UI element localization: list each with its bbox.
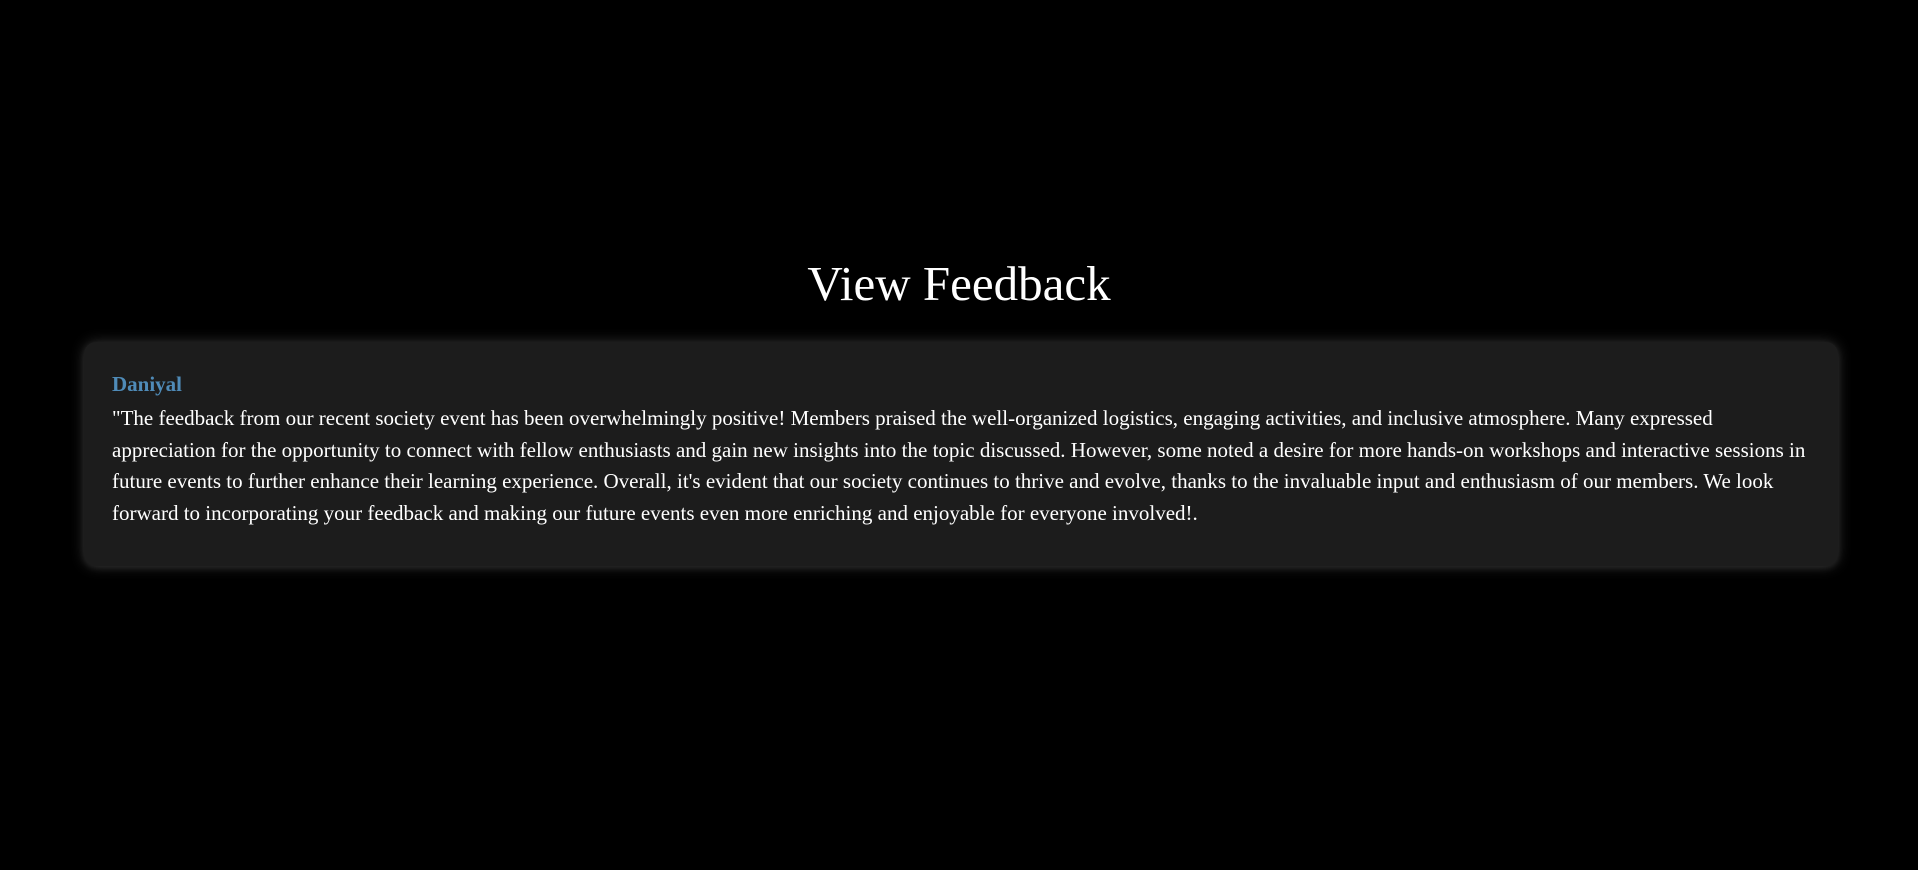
feedback-list: Daniyal "The feedback from our recent so… [84, 342, 1838, 566]
page-title: View Feedback [807, 256, 1111, 311]
feedback-text: "The feedback from our recent society ev… [112, 406, 1806, 525]
feedback-page: View Feedback Daniyal "The feedback from… [0, 0, 1918, 870]
feedback-author: Daniyal [112, 372, 183, 396]
feedback-card: Daniyal "The feedback from our recent so… [84, 342, 1838, 566]
